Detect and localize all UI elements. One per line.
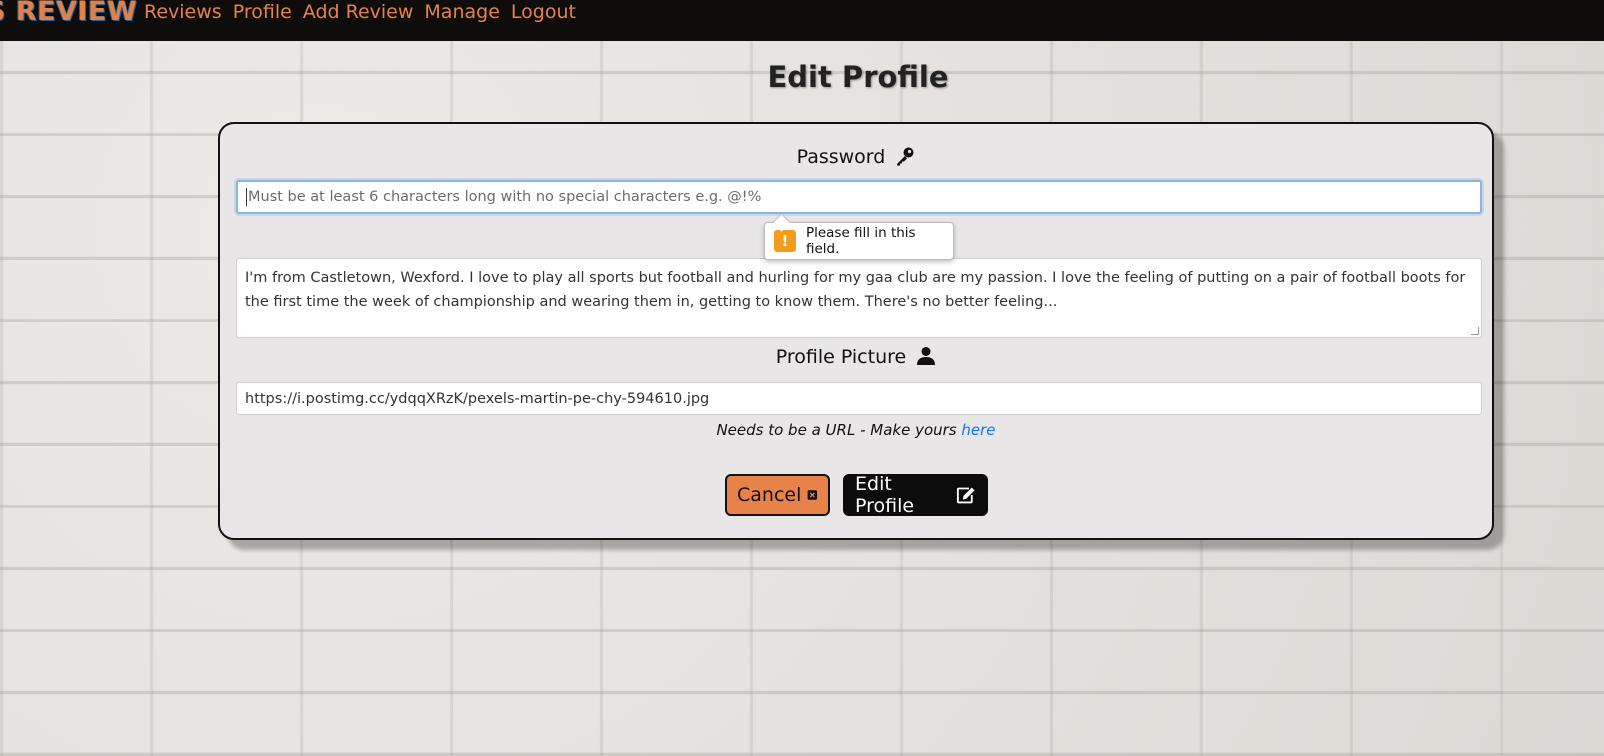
bio-text: I'm from Castletown, Wexford. I love to … (245, 270, 1466, 310)
password-placeholder: Must be at least 6 characters long with … (248, 189, 762, 205)
nav-link-logout[interactable]: Logout (511, 0, 576, 24)
text-caret (246, 188, 247, 206)
make-url-link[interactable]: here (961, 421, 995, 439)
key-icon (897, 147, 914, 166)
hint-text: Needs to be a URL - Make yours (716, 421, 957, 439)
user-icon (917, 347, 936, 365)
password-input[interactable]: Must be at least 6 characters long with … (236, 180, 1482, 214)
bio-textarea[interactable]: I'm from Castletown, Wexford. I love to … (236, 258, 1482, 338)
edit-profile-label: Edit Profile (855, 473, 915, 517)
nav-link-add-review[interactable]: Add Review (303, 0, 414, 24)
cancel-label: Cancel (737, 484, 802, 506)
picture-label: Profile Picture (220, 346, 1492, 368)
navbar: S REVIEW Reviews Profile Add Review Mana… (0, 0, 1604, 41)
edit-icon (956, 487, 975, 504)
nav-links: Reviews Profile Add Review Manage Logout (144, 0, 576, 24)
cancel-button[interactable]: Cancel (725, 474, 830, 516)
nav-link-profile[interactable]: Profile (233, 0, 292, 24)
password-label: Password (220, 146, 1492, 168)
close-square-icon (807, 490, 818, 500)
page-title: Edit Profile (767, 60, 949, 94)
password-label-text: Password (796, 146, 886, 168)
resize-handle[interactable] (1471, 327, 1479, 335)
nav-link-manage[interactable]: Manage (424, 0, 499, 24)
brand-logo[interactable]: S REVIEW (0, 0, 137, 27)
validation-tooltip: ! Please fill in this field. (764, 222, 954, 260)
warning-icon: ! (774, 230, 796, 252)
profile-picture-value: https://i.postimg.cc/ydqqXRzK/pexels-mar… (245, 390, 710, 407)
edit-profile-form: Password Must be at least 6 characters l… (218, 122, 1494, 540)
nav-link-reviews[interactable]: Reviews (144, 0, 222, 24)
profile-picture-input[interactable]: https://i.postimg.cc/ydqqXRzK/pexels-mar… (236, 382, 1482, 415)
url-hint: Needs to be a URL - Make yours here (220, 421, 1492, 439)
edit-profile-button[interactable]: Edit Profile (843, 473, 988, 517)
picture-label-text: Profile Picture (775, 346, 907, 368)
validation-message: Please fill in this field. (805, 225, 916, 257)
